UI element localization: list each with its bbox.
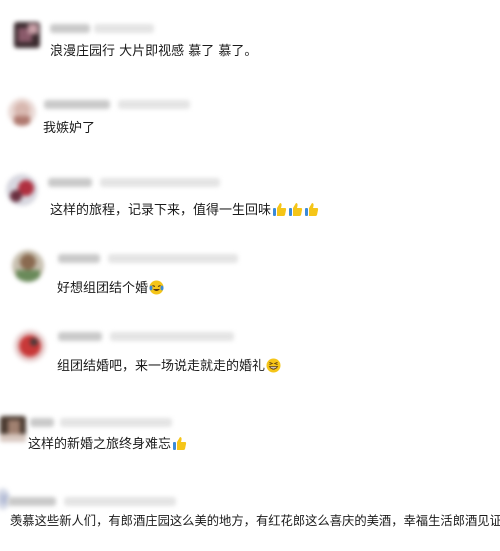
username-blurred[interactable] [58,254,100,263]
thumbs-up-icon [172,436,187,451]
comment-text: 组团结婚吧，来一场说走就走的婚礼 [57,358,281,376]
comment-meta-blurred [118,100,190,109]
comment-text: 浪漫庄园行 大片即视感 慕了 慕了。 [50,44,258,59]
avatar[interactable] [12,250,44,282]
comment-meta-blurred [60,418,172,427]
comment-meta-blurred [100,178,220,187]
username-blurred[interactable] [8,497,56,506]
comment-meta-blurred [64,497,176,506]
grinning-squint-icon [266,358,281,373]
avatar[interactable] [0,416,26,442]
comment-text: 好想组团结个婚 [57,280,164,298]
crying-laughing-icon [149,280,164,295]
thumbs-up-icon [272,202,287,217]
comment-text: 我嫉妒了 [43,121,96,136]
comment-meta-blurred [94,24,154,33]
avatar[interactable] [6,174,38,206]
comment-meta-blurred [110,332,234,341]
avatar[interactable] [8,98,36,126]
comment-text: 这样的旅程，记录下来，值得一生回味 [50,202,319,220]
username-blurred[interactable] [44,100,110,109]
avatar[interactable] [14,22,40,48]
username-blurred[interactable] [30,418,54,427]
comment-text: 这样的新婚之旅终身难忘 [28,436,187,454]
username-blurred[interactable] [48,178,92,187]
comment-text: 羡慕这些新人们，有郎酒庄园这么美的地方，有红花郎这么喜庆的美酒，幸福生活郎酒见证… [10,514,500,528]
thumbs-up-icon [288,202,303,217]
username-blurred[interactable] [50,24,90,33]
avatar[interactable] [14,330,46,362]
comment-meta-blurred [108,254,238,263]
thumbs-up-icon [304,202,319,217]
username-blurred[interactable] [58,332,102,341]
